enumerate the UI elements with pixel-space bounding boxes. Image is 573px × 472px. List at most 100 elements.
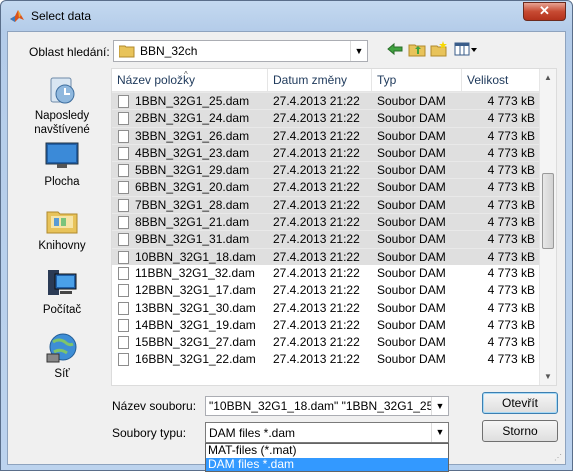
file-icon: [118, 129, 129, 143]
file-size: 4 773 kB: [487, 180, 535, 195]
scroll-down-icon[interactable]: ▼: [540, 368, 556, 385]
back-arrow-icon[interactable]: [384, 41, 406, 61]
place-computer[interactable]: Počítač: [14, 268, 110, 317]
place-label: Počítač: [42, 304, 82, 316]
column-size-label: Velikost: [467, 73, 509, 87]
close-icon: ✕: [539, 3, 550, 18]
file-row[interactable]: 6BBN_32G1_20.dam 27.4.2013 21:22 Soubor DA…: [112, 178, 540, 196]
chevron-down-icon[interactable]: ▼: [350, 41, 367, 61]
file-size: 4 773 kB: [487, 265, 535, 280]
file-row[interactable]: 2BBN_32G1_24.dam 27.4.2013 21:22 Soubor DA…: [112, 109, 540, 127]
file-icon: [118, 266, 129, 280]
close-button[interactable]: ✕: [523, 2, 566, 21]
filetype-select[interactable]: DAM files *.dam ▼: [205, 422, 449, 443]
file-size: 4 773 kB: [487, 283, 535, 298]
file-type: Soubor DAM: [377, 265, 446, 280]
file-row[interactable]: 7BBN_32G1_28.dam 27.4.2013 21:22 Soubor DA…: [112, 195, 540, 214]
filetype-dropdown-list[interactable]: MAT-files (*.mat) DAM files *.dam: [205, 443, 449, 472]
file-icon: [118, 284, 129, 298]
file-name: 6BBN_32G1_20.dam: [135, 180, 250, 195]
file-size: 4 773 kB: [487, 335, 535, 350]
cancel-button[interactable]: Storno: [482, 420, 558, 442]
file-icon: [118, 95, 129, 108]
file-size: 4 773 kB: [487, 215, 535, 230]
file-type: Soubor DAM: [377, 163, 446, 178]
look-in-label: Oblast hledání:: [29, 45, 110, 59]
file-row[interactable]: 11BBN_32G1_32.dam 27.4.2013 21:22 Soubor D…: [112, 265, 540, 282]
filetype-option-highlighted[interactable]: DAM files *.dam: [206, 457, 448, 471]
file-row[interactable]: 10BBN_32G1_18.dam 27.4.2013 21:22 Soubor D…: [112, 247, 540, 265]
file-rows: 1BBN_32G1_25.dam 27.4.2013 21:22 Soubor DA…: [112, 92, 540, 369]
file-row[interactable]: 9BBN_32G1_31.dam 27.4.2013 21:22 Soubor DA…: [112, 230, 540, 248]
filename-input[interactable]: "10BBN_32G1_18.dam" "1BBN_32G1_25.dam" ▼: [205, 396, 449, 416]
dialog-window: Select data ✕ Oblast hledání: BBN_32ch ▼: [0, 0, 573, 472]
filename-value: "10BBN_32G1_18.dam" "1BBN_32G1_25.dam": [209, 399, 449, 413]
file-row[interactable]: 15BBN_32G1_27.dam 27.4.2013 21:22 Soubor D…: [112, 334, 540, 351]
file-name: 13BBN_32G1_30.dam: [135, 300, 256, 315]
file-size: 4 773 kB: [487, 145, 535, 160]
place-label: Síť: [54, 368, 70, 380]
filetype-label: Soubory typu:: [112, 426, 187, 440]
desktop-icon: [45, 140, 79, 172]
chevron-down-icon[interactable]: ▼: [431, 397, 448, 415]
list-header: ^ Název položky Datum změny Typ Velikost: [112, 69, 540, 92]
scroll-up-icon[interactable]: ▲: [540, 69, 556, 86]
computer-icon: [45, 268, 79, 300]
up-folder-icon[interactable]: [406, 41, 428, 61]
file-type: Soubor DAM: [377, 94, 446, 108]
file-type: Soubor DAM: [377, 232, 446, 247]
file-type: Soubor DAM: [377, 215, 446, 230]
column-header-type[interactable]: Typ: [372, 69, 462, 92]
look-in-combo[interactable]: BBN_32ch ▼: [113, 40, 368, 62]
file-name: 4BBN_32G1_23.dam: [135, 145, 250, 160]
file-icon: [118, 353, 129, 367]
file-type: Soubor DAM: [377, 352, 446, 367]
file-row[interactable]: 8BBN_32G1_21.dam 27.4.2013 21:22 Soubor DA…: [112, 213, 540, 231]
file-type: Soubor DAM: [377, 128, 446, 143]
file-row[interactable]: 13BBN_32G1_30.dam 27.4.2013 21:22 Soubor D…: [112, 300, 540, 317]
file-size: 4 773 kB: [487, 94, 535, 108]
place-libraries[interactable]: Knihovny: [14, 204, 110, 253]
file-date: 27.4.2013 21:22: [273, 335, 360, 350]
chevron-down-icon[interactable]: ▼: [431, 423, 448, 442]
file-date: 27.4.2013 21:22: [273, 352, 360, 367]
vertical-scrollbar[interactable]: ▲ ▼: [539, 69, 556, 385]
filetype-option[interactable]: MAT-files (*.mat): [206, 444, 448, 458]
column-header-date[interactable]: Datum změny: [268, 69, 372, 92]
file-size: 4 773 kB: [487, 317, 535, 332]
scroll-thumb[interactable]: [542, 173, 554, 249]
new-folder-icon[interactable]: [428, 41, 450, 61]
title-bar[interactable]: Select data ✕: [1, 1, 572, 31]
view-menu-icon[interactable]: [453, 41, 479, 61]
file-row[interactable]: 12BBN_32G1_17.dam 27.4.2013 21:22 Soubor D…: [112, 282, 540, 299]
sort-ascending-icon: ^: [184, 70, 188, 79]
column-header-name[interactable]: ^ Název položky: [112, 69, 268, 92]
file-icon: [118, 181, 129, 195]
place-network[interactable]: Síť: [14, 332, 110, 381]
file-date: 27.4.2013 21:22: [273, 300, 360, 315]
file-size: 4 773 kB: [487, 197, 535, 212]
file-row[interactable]: 16BBN_32G1_22.dam 27.4.2013 21:22 Soubor D…: [112, 351, 540, 368]
file-date: 27.4.2013 21:22: [273, 145, 360, 160]
file-date: 27.4.2013 21:22: [273, 180, 360, 195]
file-name: 8BBN_32G1_21.dam: [135, 215, 250, 230]
file-row[interactable]: 5BBN_32G1_29.dam 27.4.2013 21:22 Soubor DA…: [112, 161, 540, 179]
open-button[interactable]: Otevřít: [482, 392, 558, 414]
resize-grip-icon[interactable]: ⋰: [554, 453, 564, 463]
column-type-label: Typ: [377, 73, 397, 87]
file-row[interactable]: 3BBN_32G1_26.dam 27.4.2013 21:22 Soubor DA…: [112, 126, 540, 144]
file-name: 5BBN_32G1_29.dam: [135, 163, 250, 178]
file-icon: [118, 112, 129, 126]
place-desktop[interactable]: Plocha: [14, 140, 110, 189]
column-header-size[interactable]: Velikost: [462, 69, 540, 92]
file-row[interactable]: 4BBN_32G1_23.dam 27.4.2013 21:22 Soubor DA…: [112, 143, 540, 162]
place-recent[interactable]: Naposledy navštívené: [14, 74, 110, 137]
file-row[interactable]: 14BBN_32G1_19.dam 27.4.2013 21:22 Soubor D…: [112, 317, 540, 334]
place-label: Naposledy: [34, 110, 90, 122]
file-list[interactable]: ^ Název položky Datum změny Typ Velikost…: [111, 68, 557, 386]
file-name: 2BBN_32G1_24.dam: [135, 111, 250, 126]
file-row[interactable]: 1BBN_32G1_25.dam 27.4.2013 21:22 Soubor DA…: [112, 92, 540, 110]
file-size: 4 773 kB: [487, 300, 535, 315]
file-date: 27.4.2013 21:22: [273, 128, 360, 143]
file-icon: [118, 318, 129, 332]
